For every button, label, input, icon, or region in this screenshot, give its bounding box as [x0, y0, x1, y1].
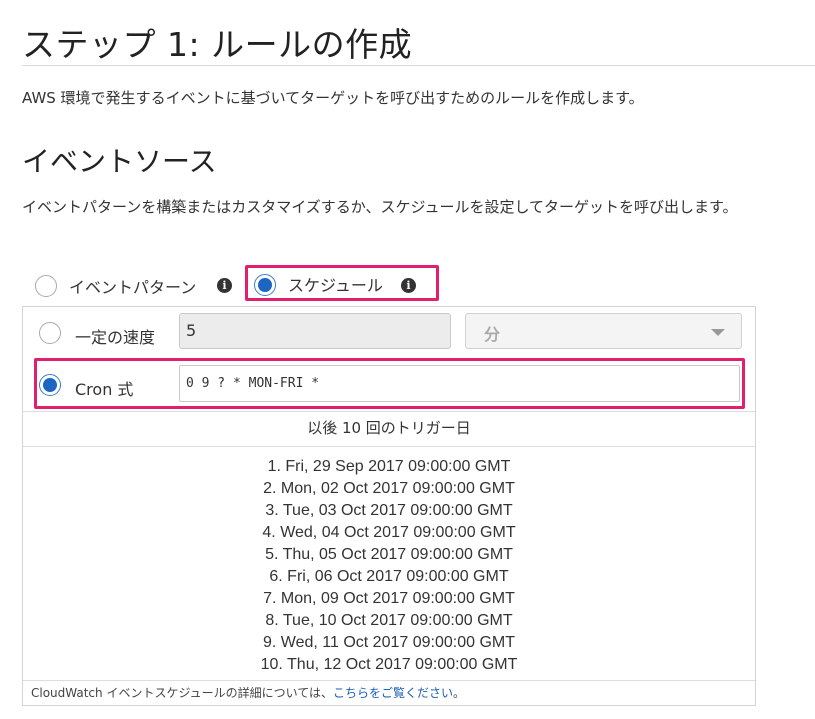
event-source-heading: イベントソース	[22, 145, 217, 178]
schedule-radio[interactable]	[254, 274, 276, 296]
trigger-header-divider-top	[23, 411, 755, 412]
chevron-down-icon	[711, 329, 725, 336]
trigger-dates-list: 1. Fri, 29 Sep 2017 09:00:00 GMT 2. Mon,…	[23, 456, 755, 676]
trigger-date-item: 2. Mon, 02 Oct 2017 09:00:00 GMT	[263, 480, 515, 497]
schedule-help-footer: CloudWatch イベントスケジュールの詳細については、こちらをご覧ください…	[31, 684, 465, 701]
footer-end: 。	[453, 686, 466, 700]
trigger-date-item: 10. Thu, 12 Oct 2017 09:00:00 GMT	[260, 656, 518, 673]
fixed-rate-label[interactable]: 一定の速度	[75, 324, 155, 348]
footer-text: CloudWatch イベントスケジュールの詳細については、	[31, 686, 334, 700]
rate-unit-value: 分	[484, 325, 501, 344]
fixed-rate-radio[interactable]	[39, 322, 61, 344]
trigger-dates-header: 以後 10 回のトリガー日	[307, 419, 471, 437]
trigger-date-item: 8. Tue, 10 Oct 2017 09:00:00 GMT	[265, 612, 513, 629]
info-icon[interactable]: i	[401, 278, 416, 293]
cron-expression-input[interactable]: 0 9 ? * MON-FRI *	[179, 365, 740, 402]
schedule-label[interactable]: スケジュール	[288, 272, 383, 296]
event-pattern-label[interactable]: イベントパターン	[69, 274, 196, 298]
cron-radio-dot	[43, 378, 57, 392]
info-icon[interactable]: i	[217, 278, 232, 293]
event-source-description: イベントパターンを構築またはカスタマイズするか、スケジュールを設定してターゲット…	[22, 198, 738, 216]
trigger-date-item: 4. Wed, 04 Oct 2017 09:00:00 GMT	[262, 524, 516, 541]
cron-radio[interactable]	[39, 374, 61, 396]
event-pattern-radio[interactable]	[35, 275, 57, 297]
title-divider	[22, 65, 815, 66]
page-title: ステップ 1: ルールの作成	[22, 25, 413, 64]
trigger-date-item: 1. Fri, 29 Sep 2017 09:00:00 GMT	[267, 458, 511, 475]
trigger-date-item: 6. Fri, 06 Oct 2017 09:00:00 GMT	[269, 568, 509, 585]
trigger-date-item: 5. Thu, 05 Oct 2017 09:00:00 GMT	[265, 546, 513, 563]
trigger-date-item: 3. Tue, 03 Oct 2017 09:00:00 GMT	[265, 502, 513, 519]
rate-value-input[interactable]: 5	[179, 313, 451, 349]
rate-unit-select[interactable]: 分	[465, 313, 742, 349]
trigger-date-item: 9. Wed, 11 Oct 2017 09:00:00 GMT	[263, 634, 515, 651]
schedule-help-link[interactable]: こちらをご覧ください	[333, 686, 453, 700]
page-intro: AWS 環境で発生するイベントに基づいてターゲットを呼び出すためのルールを作成し…	[22, 89, 644, 107]
cron-label[interactable]: Cron 式	[75, 376, 133, 400]
trigger-date-item: 7. Mon, 09 Oct 2017 09:00:00 GMT	[263, 590, 515, 607]
trigger-header-divider-bottom	[23, 446, 755, 447]
schedule-radio-dot	[258, 278, 272, 292]
footer-divider	[23, 680, 755, 681]
